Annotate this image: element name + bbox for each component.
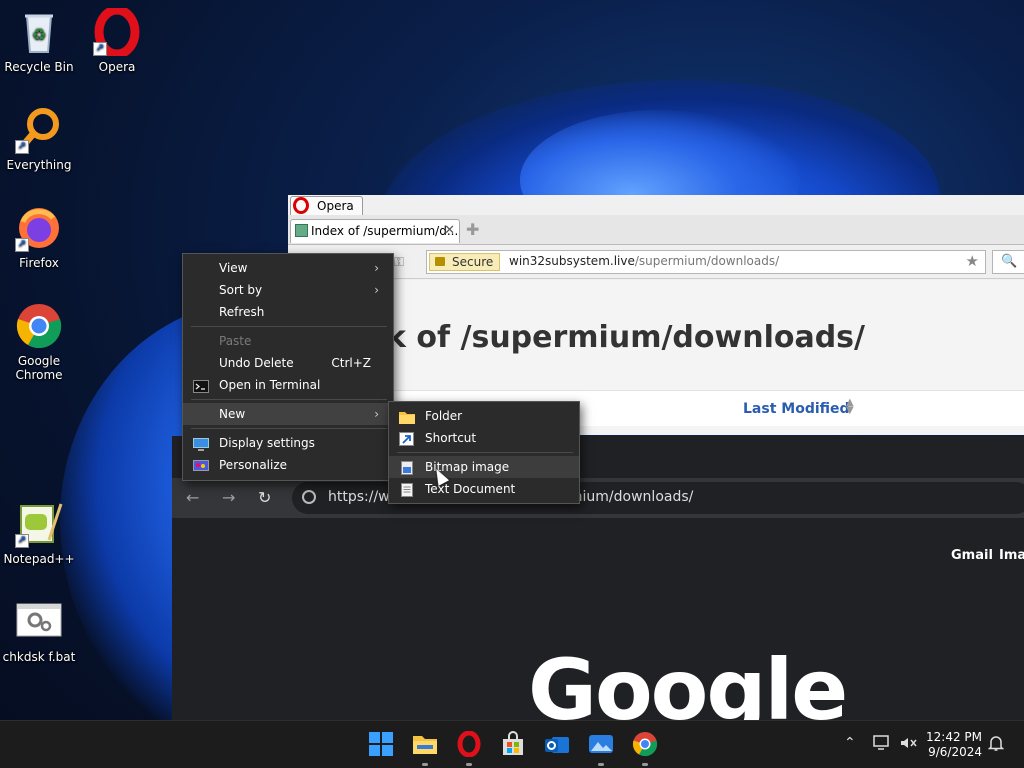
folder-icon xyxy=(399,409,415,424)
new-tab-icon[interactable]: ✚ xyxy=(466,222,482,239)
desktop-icon-firefox[interactable]: ↗ Firefox xyxy=(0,204,78,270)
opera-url-text: win32subsystem.live/supermium/downloads/ xyxy=(509,254,780,268)
shortcut-arrow-icon xyxy=(399,431,415,446)
menu-separator xyxy=(191,428,387,429)
menu-separator xyxy=(191,326,387,327)
chrome-page-content: Gmail Imag Google xyxy=(172,518,1024,732)
reload-icon[interactable]: ↻ xyxy=(258,488,271,507)
site-info-globe-icon[interactable] xyxy=(302,490,316,504)
desktop-icon-recycle-bin[interactable]: ♻ Recycle Bin xyxy=(0,8,78,74)
volume-muted-icon[interactable] xyxy=(899,735,917,755)
column-last-modified[interactable]: Last Modified xyxy=(743,401,850,417)
chrome-icon xyxy=(15,302,63,350)
shortcut-arrow-icon: ↗ xyxy=(15,238,29,252)
chevron-right-icon: › xyxy=(374,283,379,297)
images-link[interactable]: Imag xyxy=(999,548,1024,563)
opera-logo-icon xyxy=(293,197,309,214)
chevron-right-icon: › xyxy=(374,261,379,275)
recycle-bin-icon: ♻ xyxy=(15,8,63,56)
taskbar-microsoft-store[interactable] xyxy=(500,731,526,757)
display-settings-icon xyxy=(193,436,209,451)
menu-item-display-settings[interactable]: Display settings xyxy=(183,432,393,454)
opera-menu-button[interactable]: Opera xyxy=(290,196,363,215)
chrome-toolbar: ← → ↻ https://win32subsystem.live/superm… xyxy=(172,478,1024,518)
shortcut-arrow-icon: ↗ xyxy=(15,534,29,548)
everything-search-icon: ↗ xyxy=(15,106,63,154)
running-indicator xyxy=(598,763,604,766)
opera-tab-index[interactable]: Index of /supermium/d... ✕ xyxy=(290,219,460,243)
store-icon xyxy=(503,731,523,755)
desktop-icon-opera[interactable]: ↗ Opera xyxy=(78,5,156,74)
desktop-icon-everything[interactable]: ↗ Everything xyxy=(0,106,78,172)
menu-separator xyxy=(397,452,573,453)
menu-separator xyxy=(191,399,387,400)
running-indicator xyxy=(642,763,648,766)
desktop-icon-notepad-plus-plus[interactable]: ↗ Notepad++ xyxy=(0,500,78,566)
bitmap-image-icon xyxy=(399,460,415,475)
submenu-item-text-document[interactable]: Text Document xyxy=(389,478,579,500)
network-icon[interactable] xyxy=(873,735,891,755)
opera-tab-bar: Index of /supermium/d... ✕ ✚ xyxy=(288,215,1024,245)
svg-text:♻: ♻ xyxy=(32,25,46,44)
start-button[interactable] xyxy=(368,731,394,757)
taskbar-google-chrome[interactable] xyxy=(632,731,658,766)
photos-icon xyxy=(589,735,613,753)
back-arrow-icon[interactable]: ← xyxy=(186,488,199,507)
bookmark-star-icon[interactable]: ★ xyxy=(966,252,979,270)
close-tab-icon[interactable]: ✕ xyxy=(444,220,455,242)
terminal-icon xyxy=(193,378,209,393)
taskbar-opera[interactable] xyxy=(456,730,482,766)
outlook-icon xyxy=(545,737,569,753)
taskbar-photos[interactable] xyxy=(588,731,614,766)
opera-window: Opera Index of /supermium/d... ✕ ✚ ⚿ Sec… xyxy=(288,195,1024,435)
firefox-icon: ↗ xyxy=(15,204,63,252)
shortcut-arrow-icon: ↗ xyxy=(15,140,29,154)
search-icon: 🔍 xyxy=(1001,254,1018,269)
menu-item-undo-delete[interactable]: Undo Delete Ctrl+Z xyxy=(183,352,393,374)
submenu-item-shortcut[interactable]: Shortcut xyxy=(389,427,579,449)
desktop-context-menu: View › Sort by › Refresh Paste Undo Dele… xyxy=(182,253,394,481)
taskbar-file-explorer[interactable] xyxy=(412,731,438,766)
gmail-link[interactable]: Gmail xyxy=(951,548,993,563)
shortcut-arrow-icon: ↗ xyxy=(93,42,107,56)
personalize-icon xyxy=(193,458,209,471)
opera-address-row: ⚿ Secure win32subsystem.live/supermium/d… xyxy=(288,245,1024,279)
secure-badge[interactable]: Secure xyxy=(429,253,501,271)
forward-arrow-icon[interactable]: → xyxy=(222,488,235,507)
system-clock[interactable]: 12:42 PM 9/6/2024 xyxy=(926,730,982,760)
submenu-item-folder[interactable]: Folder xyxy=(389,405,579,427)
menu-item-paste[interactable]: Paste xyxy=(183,330,393,352)
notification-bell-icon[interactable] xyxy=(987,735,1005,755)
taskbar-outlook[interactable] xyxy=(544,731,570,757)
submenu-item-bitmap-image[interactable]: Bitmap image xyxy=(389,456,579,478)
opera-address-bar[interactable]: Secure win32subsystem.live/supermium/dow… xyxy=(426,250,986,274)
menu-item-view[interactable]: View › xyxy=(183,257,393,279)
menu-item-sort-by[interactable]: Sort by › xyxy=(183,279,393,301)
running-indicator xyxy=(466,763,472,766)
menu-item-refresh[interactable]: Refresh xyxy=(183,301,393,323)
lock-icon xyxy=(435,257,445,266)
page-title: k of /supermium/downloads/ xyxy=(386,320,865,355)
desktop-icon-chkdsk-bat[interactable]: chkdsk f.bat xyxy=(0,598,78,664)
show-hidden-icons-chevron-up-icon[interactable]: ⌃ xyxy=(844,735,856,751)
new-submenu: Folder Shortcut Bitmap image Text Docume… xyxy=(388,401,580,504)
opera-search-box[interactable]: 🔍 xyxy=(992,250,1024,274)
text-document-icon xyxy=(399,482,415,497)
page-favicon-icon xyxy=(295,224,308,237)
menu-item-personalize[interactable]: Personalize xyxy=(183,454,393,476)
desktop-icon-google-chrome[interactable]: Google Chrome xyxy=(0,302,78,382)
folder-icon xyxy=(413,736,437,754)
opera-icon xyxy=(457,730,481,758)
batch-file-gear-icon xyxy=(15,598,63,646)
menu-item-new[interactable]: New › xyxy=(183,403,393,425)
notepad-plus-plus-icon: ↗ xyxy=(15,500,63,548)
sort-icon[interactable]: ▲ ▼ xyxy=(846,398,854,416)
opera-icon: ↗ xyxy=(93,5,141,59)
key-icon[interactable]: ⚿ xyxy=(394,255,404,270)
menu-item-open-in-terminal[interactable]: Open in Terminal xyxy=(183,374,393,396)
chrome-icon xyxy=(632,732,658,757)
chevron-right-icon: › xyxy=(374,407,379,421)
taskbar: ⌃ 12:42 PM 9/6/2024 xyxy=(0,720,1024,768)
running-indicator xyxy=(422,763,428,766)
